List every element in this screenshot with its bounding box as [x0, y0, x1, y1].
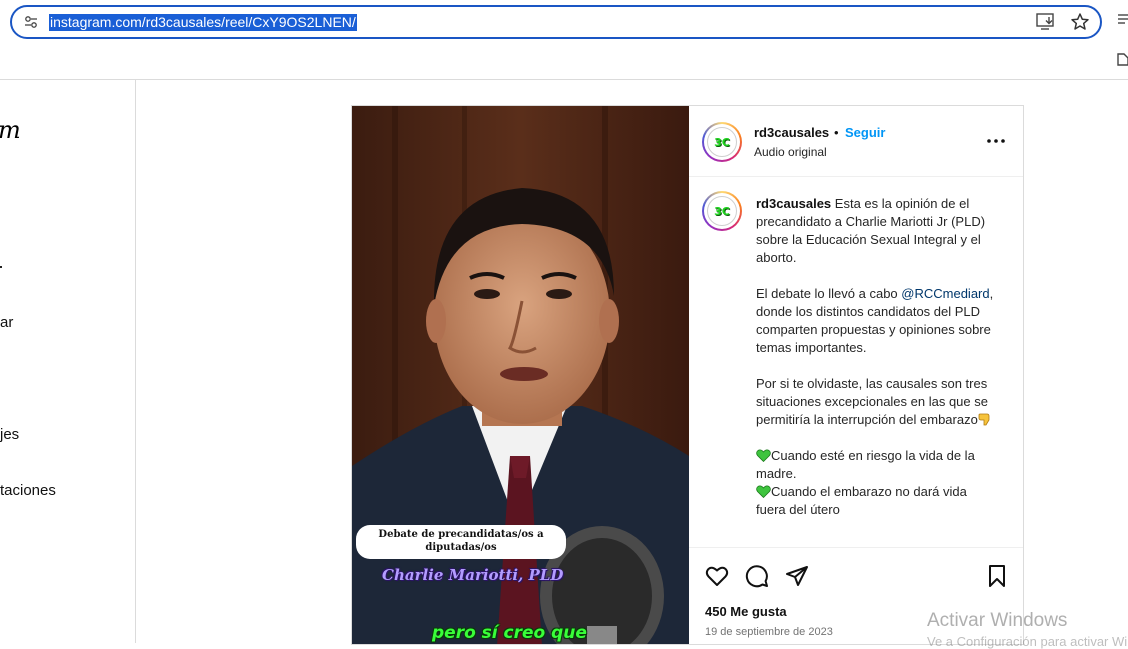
caption-paragraph-3: Por si te olvidaste, las causales son tr…	[756, 376, 988, 427]
causal-item-1: Cuando esté en riesgo la vida de la madr…	[756, 448, 975, 481]
avatar-logo: 3C	[707, 127, 737, 157]
bookmark-star-icon[interactable]	[1070, 12, 1090, 32]
comment-icon[interactable]	[745, 564, 769, 588]
reading-list-icon[interactable]	[1117, 12, 1128, 26]
save-bookmark-icon[interactable]	[985, 564, 1009, 588]
post-header: 3C rd3causales • Seguir Audio original	[689, 106, 1023, 177]
causal-item-2: Cuando el embarazo no dará vida	[756, 483, 996, 501]
video-frame-image	[352, 106, 689, 644]
url-text[interactable]: instagram.com/rd3causales/reel/CxY9OS2LN…	[49, 14, 357, 31]
pointing-down-emoji-icon	[978, 413, 990, 426]
share-icon[interactable]	[785, 564, 809, 588]
site-settings-icon[interactable]	[24, 15, 38, 29]
video-subtitle: pero sí creo que	[432, 623, 587, 643]
nav-icon	[0, 266, 2, 268]
separator-dot: •	[834, 125, 839, 140]
folder-icon[interactable]	[1117, 52, 1128, 66]
caption-section: 3C rd3causales Esta es la opinión de el …	[689, 178, 1023, 547]
green-heart-icon	[756, 485, 771, 498]
like-count[interactable]: 450 Me gusta	[705, 604, 787, 619]
activate-windows-watermark: Activar Windows	[927, 610, 1068, 631]
sidebar-item-mensajes[interactable]: jes	[0, 426, 19, 443]
causal-item-2-continued: fuera del útero	[756, 502, 840, 517]
sidebar-item-explorar[interactable]: ar	[0, 314, 13, 331]
follow-button[interactable]: Seguir	[845, 125, 885, 140]
instagram-logo[interactable]: m	[0, 116, 21, 144]
post-date: 19 de septiembre de 2023	[705, 626, 833, 638]
mention-link[interactable]: @RCCmediard	[901, 286, 989, 301]
avatar[interactable]: 3C	[702, 122, 742, 162]
instagram-page: m ar jes taciones Debate de precandidata…	[0, 79, 1128, 645]
video-caption-box: Debate de precandidatas/os a diputadas/o…	[356, 525, 566, 559]
caption-username[interactable]: rd3causales	[756, 196, 831, 211]
caption-text: rd3causales Esta es la opinión de el pre…	[756, 195, 996, 519]
caption-avatar[interactable]: 3C	[702, 191, 742, 231]
reel-video[interactable]: Debate de precandidatas/os a diputadas/o…	[352, 106, 689, 644]
reel-post: Debate de precandidatas/os a diputadas/o…	[351, 105, 1024, 645]
more-options-icon[interactable]	[986, 133, 1006, 149]
post-username[interactable]: rd3causales	[754, 125, 829, 140]
address-bar[interactable]: instagram.com/rd3causales/reel/CxY9OS2LN…	[10, 5, 1102, 39]
green-heart-icon	[756, 449, 771, 462]
audio-link[interactable]: Audio original	[754, 145, 827, 159]
caption-paragraph-2a: El debate lo llevó a cabo	[756, 286, 898, 301]
speaker-name-overlay: Charlie Mariotti, PLD	[382, 566, 564, 584]
sidebar-nav: m ar jes taciones	[0, 80, 136, 643]
caption-avatar-logo: 3C	[707, 196, 737, 226]
sidebar-item-notificaciones[interactable]: taciones	[0, 482, 56, 499]
browser-toolbar: instagram.com/rd3causales/reel/CxY9OS2LN…	[0, 0, 1128, 44]
install-app-icon[interactable]	[1036, 13, 1056, 31]
like-heart-icon[interactable]	[705, 564, 729, 588]
post-panel: 3C rd3causales • Seguir Audio original 3…	[689, 106, 1023, 644]
